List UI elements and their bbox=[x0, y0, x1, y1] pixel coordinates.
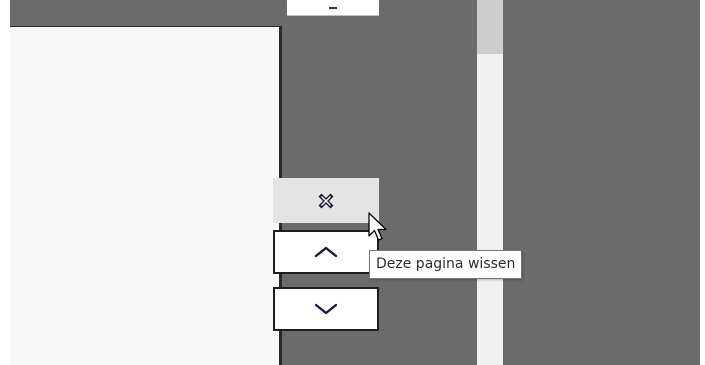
tooltip: Deze pagina wissen bbox=[369, 250, 523, 279]
page-thumbnail[interactable] bbox=[10, 26, 282, 365]
previous-page-controls[interactable] bbox=[287, 0, 379, 16]
vertical-scrollbar[interactable] bbox=[477, 0, 503, 365]
scrollbar-thumb[interactable] bbox=[477, 0, 503, 54]
close-icon bbox=[317, 192, 335, 210]
chevron-down-icon bbox=[314, 303, 338, 315]
move-page-up-button[interactable] bbox=[273, 230, 379, 274]
delete-page-button[interactable] bbox=[273, 178, 379, 223]
minus-icon bbox=[329, 7, 337, 9]
mouse-pointer-icon bbox=[368, 212, 390, 244]
chevron-up-icon bbox=[314, 246, 338, 258]
move-page-down-button[interactable] bbox=[273, 287, 379, 331]
